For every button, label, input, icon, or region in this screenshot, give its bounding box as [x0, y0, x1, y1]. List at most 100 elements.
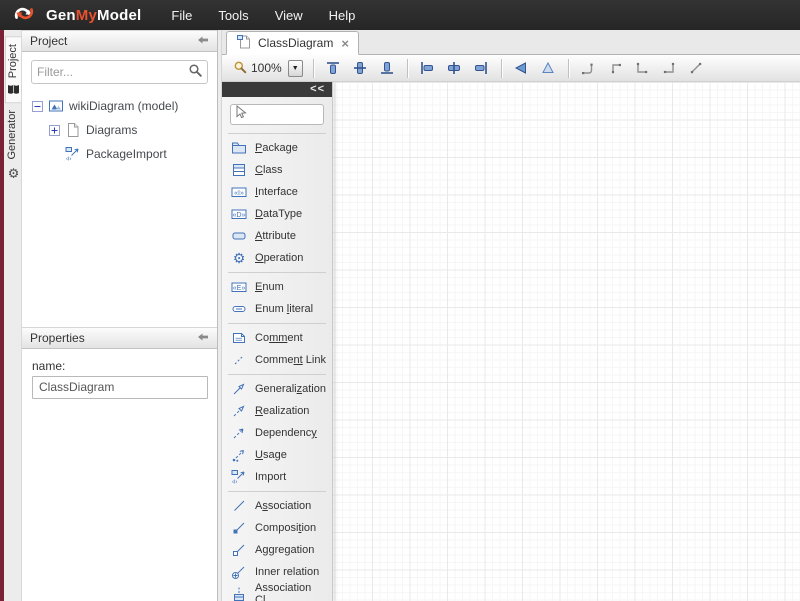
project-panel-title: Project	[30, 34, 67, 48]
palette-item-label: Usage	[255, 449, 287, 461]
palette-divider	[228, 323, 326, 324]
tab-classdiagram[interactable]: ClassDiagram ×	[226, 31, 359, 55]
tab-close-icon[interactable]: ×	[339, 36, 349, 51]
usage-icon	[231, 447, 247, 463]
menu-view[interactable]: View	[262, 8, 316, 23]
name-field-label: name:	[32, 359, 207, 373]
palette-item-generalization[interactable]: Generalization	[222, 378, 332, 400]
link-right-down-button[interactable]	[657, 57, 682, 80]
palette-item-association[interactable]: Association	[222, 495, 332, 517]
toolbar-separator	[568, 59, 569, 78]
palette-item-inner-relation[interactable]: Inner relation	[222, 561, 332, 583]
tree-item-wikidiagram-model[interactable]: wikiDiagram (model)	[22, 94, 217, 118]
align-bottom-button[interactable]	[375, 57, 400, 80]
palette-item-label: Package	[255, 142, 298, 154]
generalization-icon	[231, 381, 247, 397]
palette-item-operation[interactable]: ⚙Operation	[222, 247, 332, 269]
align-top-button[interactable]	[321, 57, 346, 80]
tree-item-diagrams[interactable]: Diagrams	[22, 118, 217, 142]
palette-item-package[interactable]: Package	[222, 137, 332, 159]
sidebar-tab-project-label: Project	[8, 44, 19, 78]
palette-item-enum[interactable]: «E»Enum	[222, 276, 332, 298]
svg-text:«D»: «D»	[233, 212, 246, 219]
tab-label: ClassDiagram	[258, 36, 333, 50]
palette-item-label: Interface	[255, 186, 298, 198]
align-center-icon	[446, 60, 462, 76]
filter-area	[22, 52, 217, 90]
genmymodel-app: GenMyModel FileToolsViewHelp Project ⚙ G…	[0, 0, 800, 601]
name-field[interactable]	[32, 376, 208, 399]
flip-vertical-button[interactable]	[536, 57, 561, 80]
brand-text: GenMyModel	[46, 7, 141, 24]
tool-palette: << Package Class «I» Interface «D»DataTypeAt…	[222, 82, 333, 601]
palette-item-realization[interactable]: Realization	[222, 400, 332, 422]
palette-collapse-button[interactable]: <<	[310, 84, 325, 95]
align-top-icon	[325, 60, 341, 76]
link-down-right-icon	[634, 60, 650, 76]
link-rounded-button[interactable]	[576, 57, 601, 80]
diagram-toolbar: 100% ▼	[222, 55, 800, 82]
align-center-button[interactable]	[442, 57, 467, 80]
palette-item-interface[interactable]: «I» Interface	[222, 181, 332, 203]
palette-header: <<	[222, 82, 332, 97]
comment-icon	[231, 330, 247, 346]
select-tool-button[interactable]	[230, 104, 324, 125]
composition-icon	[231, 520, 247, 536]
align-left-button[interactable]	[415, 57, 440, 80]
palette-item-label: Association	[255, 500, 311, 512]
magnifier-icon	[233, 60, 247, 77]
link-oblique-button[interactable]	[684, 57, 709, 80]
class-icon	[231, 162, 247, 178]
sidebar-tab-generator[interactable]: ⚙ Generator	[5, 103, 20, 187]
palette-item-comment[interactable]: Comment	[222, 327, 332, 349]
diagram-editor: ClassDiagram × 100% ▼ <<	[222, 30, 800, 601]
palette-item-import[interactable]: ‹i›Import	[222, 466, 332, 488]
flip-horizontal-icon	[513, 60, 529, 76]
palette-item-label: Generalization	[255, 383, 326, 395]
align-middle-button[interactable]	[348, 57, 373, 80]
palette-item-label: Association Cl...	[255, 582, 332, 601]
inner-relation-icon	[231, 564, 247, 580]
menu-help[interactable]: Help	[316, 8, 369, 23]
palette-item-label: Comment Link	[255, 354, 326, 366]
svg-text:«I»: «I»	[234, 190, 244, 197]
toolbar-separator	[407, 59, 408, 78]
toolbar-separator	[501, 59, 502, 78]
palette-item-datatype[interactable]: «D»DataType	[222, 203, 332, 225]
menu-file[interactable]: File	[158, 8, 205, 23]
menu-bar: FileToolsViewHelp	[158, 8, 368, 23]
palette-item-class[interactable]: Class	[222, 159, 332, 181]
minus-expander-icon[interactable]	[32, 101, 43, 112]
filter-box	[31, 60, 208, 84]
project-panel-header: Project	[22, 30, 217, 52]
align-right-button[interactable]	[469, 57, 494, 80]
menu-tools[interactable]: Tools	[205, 8, 261, 23]
plus-expander-icon[interactable]	[49, 125, 60, 136]
link-rounded-icon	[580, 60, 596, 76]
filter-input[interactable]	[37, 65, 188, 79]
side-rail: Project ⚙ Generator	[4, 30, 22, 601]
palette-item-comment-link[interactable]: Comment Link	[222, 349, 332, 371]
model-icon	[48, 98, 64, 114]
tree-item-packageimport[interactable]: ‹i›PackageImport	[22, 142, 217, 166]
palette-item-usage[interactable]: Usage	[222, 444, 332, 466]
pkgimport-icon: ‹i›	[231, 469, 247, 485]
palette-item-attribute[interactable]: Attribute	[222, 225, 332, 247]
palette-item-dependency[interactable]: Dependency	[222, 422, 332, 444]
collapse-panel-icon[interactable]	[197, 34, 209, 48]
link-elbow-button[interactable]	[603, 57, 628, 80]
palette-item-label: Class	[255, 164, 283, 176]
flip-horizontal-button[interactable]	[509, 57, 534, 80]
comment-link-icon	[231, 352, 247, 368]
palette-item-aggregation[interactable]: Aggregation	[222, 539, 332, 561]
palette-item-composition[interactable]: Composition	[222, 517, 332, 539]
palette-item-enum-literal[interactable]: Enum literal	[222, 298, 332, 320]
zoom-dropdown-button[interactable]: ▼	[288, 60, 303, 77]
link-down-right-button[interactable]	[630, 57, 655, 80]
diagram-page-icon	[236, 34, 252, 53]
palette-item-association-cl[interactable]: Association Cl...	[222, 583, 332, 601]
collapse-panel-icon[interactable]	[197, 331, 209, 345]
palette-item-label: Enum	[255, 281, 284, 293]
top-menubar: GenMyModel FileToolsViewHelp	[0, 0, 800, 30]
sidebar-tab-project[interactable]: Project	[5, 36, 21, 103]
